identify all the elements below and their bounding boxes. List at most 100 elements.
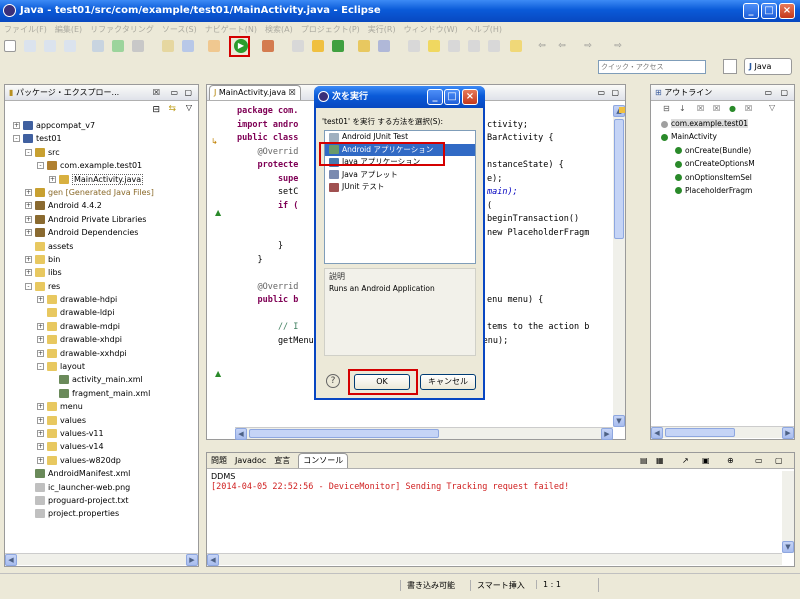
tree-item[interactable]: - layout — [13, 360, 198, 373]
editor-hscroll-thumb[interactable] — [249, 429, 439, 438]
expand-toggle-icon[interactable]: + — [25, 269, 32, 277]
scroll-left-icon[interactable]: ◀ — [5, 554, 17, 566]
open-perspective-icon[interactable] — [723, 59, 737, 74]
editor-scroll-left-icon[interactable]: ◀ — [235, 428, 247, 440]
open-folder-icon[interactable] — [358, 40, 370, 52]
outline-menu-icon[interactable]: ▽ — [769, 103, 775, 112]
close-view-icon[interactable]: ☒ — [153, 85, 160, 101]
editor-scroll-right-icon[interactable]: ▶ — [601, 428, 613, 440]
menu-item-1[interactable]: 編集(E) — [51, 22, 86, 37]
menu-item-8[interactable]: ウィンドウ(W) — [400, 22, 462, 37]
tree-item[interactable]: project.properties — [13, 507, 198, 520]
outline-maximize-icon[interactable]: ▢ — [780, 85, 788, 101]
outline-collapse-icon[interactable]: ⊟ — [663, 104, 670, 113]
tree-item[interactable]: + values-v11 — [13, 427, 198, 440]
expand-toggle-icon[interactable]: + — [49, 175, 56, 183]
lint-icon[interactable] — [162, 40, 174, 52]
expand-toggle-icon[interactable]: + — [37, 403, 44, 411]
block-select-icon[interactable] — [448, 40, 460, 52]
checkbox-icon[interactable] — [132, 40, 144, 52]
outline-item[interactable]: onCreateOptionsM — [661, 157, 794, 170]
link-editor-icon[interactable]: ⇆ — [168, 104, 176, 114]
expand-toggle-icon[interactable]: - — [37, 162, 44, 170]
expand-toggle-icon[interactable]: + — [25, 215, 32, 223]
menu-item-5[interactable]: 検索(A) — [261, 22, 297, 37]
save-all-icon[interactable] — [44, 40, 56, 52]
tree-item[interactable]: + menu — [13, 400, 198, 413]
expand-toggle-icon[interactable]: - — [37, 363, 44, 371]
tree-item[interactable]: + drawable-xhdpi — [13, 333, 198, 346]
menu-item-4[interactable]: ナビゲート(N) — [201, 22, 261, 37]
menu-item-7[interactable]: 実行(R) — [364, 22, 400, 37]
pin-icon[interactable]: ⇨ — [612, 40, 624, 52]
console-open-icon[interactable]: ⊕ — [727, 456, 734, 465]
outline-item[interactable]: com.example.test01 — [661, 117, 794, 130]
tree-item[interactable]: + gen [Generated Java Files] — [13, 186, 198, 199]
tree-item[interactable]: + libs — [13, 266, 198, 279]
tree-item[interactable]: + bin — [13, 253, 198, 266]
sdk-manager-icon[interactable] — [92, 40, 104, 52]
editor-hscroll[interactable]: ◀ ▶ — [235, 427, 613, 440]
new-class-icon[interactable] — [332, 40, 344, 52]
expand-toggle-icon[interactable]: - — [25, 148, 32, 156]
menu-item-9[interactable]: ヘルプ(H) — [462, 22, 506, 37]
tree-item[interactable]: - src — [13, 146, 198, 159]
expand-toggle-icon[interactable]: + — [25, 188, 32, 196]
help-icon[interactable]: ? — [326, 374, 340, 388]
menu-item-0[interactable]: ファイル(F) — [0, 22, 51, 37]
expand-toggle-icon[interactable]: + — [13, 122, 20, 129]
package-explorer-hscroll[interactable]: ◀ ▶ — [5, 553, 198, 566]
minimize-button[interactable]: _ — [743, 3, 759, 19]
outline-item[interactable]: MainActivity — [661, 130, 794, 143]
tree-item[interactable]: activity_main.xml — [13, 373, 198, 386]
tree-item[interactable]: + values-v14 — [13, 440, 198, 453]
highlight-icon[interactable] — [428, 40, 440, 52]
console-vscroll[interactable]: ▼ — [782, 471, 794, 553]
quick-access-input[interactable] — [598, 60, 706, 74]
expand-toggle-icon[interactable]: - — [25, 282, 32, 290]
tree-item[interactable]: + MainActivity.java — [13, 173, 198, 186]
console-select-icon[interactable]: ▣ — [702, 456, 710, 465]
console-pin-icon[interactable]: ▦ — [656, 456, 664, 465]
tree-item[interactable]: + appcompat_v7 — [13, 119, 198, 132]
tree-item[interactable]: proguard-project.txt — [13, 494, 198, 507]
prev-annotation-icon[interactable] — [510, 40, 522, 52]
expand-toggle-icon[interactable]: + — [37, 349, 44, 357]
pen-icon[interactable] — [378, 40, 390, 52]
outline-scroll-right-icon[interactable]: ▶ — [782, 427, 794, 439]
expand-toggle-icon[interactable]: + — [37, 322, 44, 330]
forward-icon[interactable]: ⇨ — [582, 40, 594, 52]
outline-item[interactable]: PlaceholderFragm — [661, 184, 794, 197]
next-annotation-icon[interactable] — [488, 40, 500, 52]
cancel-button[interactable]: キャンセル — [420, 374, 476, 390]
console-hscroll[interactable]: ◀ — [207, 553, 782, 566]
tree-item[interactable]: + drawable-mdpi — [13, 320, 198, 333]
minimize-view-icon[interactable]: ▭ — [170, 85, 178, 101]
hide-nonpublic-icon[interactable]: ● — [729, 104, 736, 113]
tree-item[interactable]: AndroidManifest.xml — [13, 467, 198, 480]
close-button[interactable]: × — [779, 3, 795, 19]
console-tab-1[interactable]: Javadoc — [235, 456, 266, 465]
console-scroll-left-icon[interactable]: ◀ — [207, 554, 219, 566]
tree-item[interactable]: drawable-ldpi — [13, 306, 198, 319]
avd-manager-icon[interactable] — [112, 40, 124, 52]
outline-minimize-icon[interactable]: ▭ — [764, 85, 772, 101]
menu-item-3[interactable]: ソース(S) — [158, 22, 201, 37]
hide-local-icon[interactable]: ☒ — [745, 104, 752, 113]
menu-item-2[interactable]: リファクタリング — [86, 22, 158, 37]
console-scroll-down-icon[interactable]: ▼ — [782, 541, 794, 553]
expand-toggle-icon[interactable]: + — [25, 202, 32, 210]
console-tab-2[interactable]: 宣言 — [274, 456, 290, 465]
console-clear-icon[interactable]: ▤ — [640, 456, 648, 465]
tree-item[interactable]: + drawable-hdpi — [13, 293, 198, 306]
dialog-maximize-button[interactable]: □ — [444, 89, 460, 105]
expand-toggle-icon[interactable]: + — [37, 336, 44, 344]
show-whitespace-icon[interactable] — [468, 40, 480, 52]
tree-item[interactable]: assets — [13, 240, 198, 253]
scroll-right-icon[interactable]: ▶ — [186, 554, 198, 566]
java-perspective-button[interactable]: J Java — [744, 58, 792, 75]
expand-toggle-icon[interactable]: + — [37, 296, 44, 304]
maximize-button[interactable]: □ — [761, 3, 777, 19]
editor-vscroll-thumb[interactable] — [614, 119, 624, 239]
wand-icon[interactable] — [292, 40, 304, 52]
